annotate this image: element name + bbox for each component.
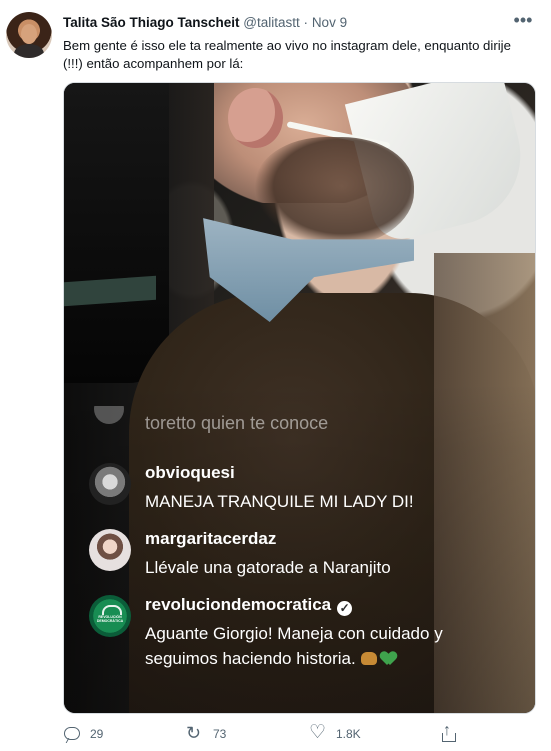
revolucion-logo-icon <box>102 605 122 615</box>
comment-username[interactable]: obvioquesi <box>145 463 235 482</box>
header-separator: · <box>303 15 309 30</box>
tweet-text: Bem gente é isso ele ta realmente ao viv… <box>63 38 511 71</box>
tweet-actions: 29 73 1.8K <box>63 720 533 747</box>
comment-message: MANEJA TRANQUILE MI LADY DI! <box>145 492 414 511</box>
retweet-icon <box>186 722 204 744</box>
live-comment: obvioquesi MANEJA TRANQUILE MI LADY DI! <box>89 463 509 515</box>
more-horizontal-icon[interactable]: ••• <box>511 11 535 31</box>
tweet-date[interactable]: Nov 9 <box>312 15 347 30</box>
revolucion-avatar-text: REVOLUCIÓN DEMOCRÁTICA <box>96 615 124 623</box>
comment-avatar-margaritacerdaz[interactable] <box>89 529 131 571</box>
fist-emoji-icon <box>360 652 377 665</box>
seat-headrest <box>64 83 169 383</box>
beard <box>254 137 414 247</box>
comment-avatar-obvioquesi[interactable] <box>89 463 131 505</box>
tweet-header: Talita São Thiago Tanscheit @talitastt ·… <box>63 14 503 32</box>
heart-icon <box>309 722 327 744</box>
reply-icon <box>63 725 81 743</box>
comment-message: Llévale una gatorade a Naranjito <box>145 558 391 577</box>
author-name[interactable]: Talita São Thiago Tanscheit <box>63 15 240 30</box>
faded-comment-avatar <box>94 406 124 424</box>
comment-message: Aguante Giorgio! Maneja con cuidado y se… <box>145 621 485 671</box>
faded-comment-text: toretto quien te conoce <box>145 413 329 433</box>
green-heart-emoji-icon <box>381 652 396 666</box>
like-count: 1.8K <box>336 727 361 741</box>
comment-username-text[interactable]: revoluciondemocratica <box>145 595 331 614</box>
faded-live-comment: toretto quien te conoce <box>89 406 449 440</box>
author-avatar[interactable] <box>6 12 52 58</box>
person-ear <box>228 88 283 148</box>
avatar-shirt <box>14 44 44 58</box>
live-comment: REVOLUCIÓN DEMOCRÁTICA revoluciondemocra… <box>89 595 509 693</box>
tweet-card[interactable]: Talita São Thiago Tanscheit @talitastt ·… <box>0 0 551 751</box>
retweet-count: 73 <box>213 727 227 741</box>
verified-badge-icon: ✓ <box>337 601 353 616</box>
author-handle[interactable]: @talitastt <box>243 15 299 30</box>
comment-username[interactable]: margaritacerdaz <box>145 529 276 548</box>
comment-avatar-revoluciondemocratica[interactable]: REVOLUCIÓN DEMOCRÁTICA <box>89 595 131 637</box>
share-icon <box>440 720 458 743</box>
share-button[interactable] <box>440 720 467 745</box>
comment-username[interactable]: revoluciondemocratica ✓ <box>145 595 353 616</box>
reply-count: 29 <box>90 727 104 741</box>
avatar-face <box>21 24 37 44</box>
comment-message-text: Aguante Giorgio! Maneja con cuidado y se… <box>145 624 443 668</box>
retweet-button[interactable]: 73 <box>186 722 227 745</box>
embedded-video-screenshot[interactable]: toretto quien te conoce obvioquesi MANEJ… <box>63 82 536 714</box>
reply-button[interactable]: 29 <box>63 723 103 745</box>
like-button[interactable]: 1.8K <box>309 722 361 745</box>
live-comment: margaritacerdaz Llévale una gatorade a N… <box>89 529 509 581</box>
